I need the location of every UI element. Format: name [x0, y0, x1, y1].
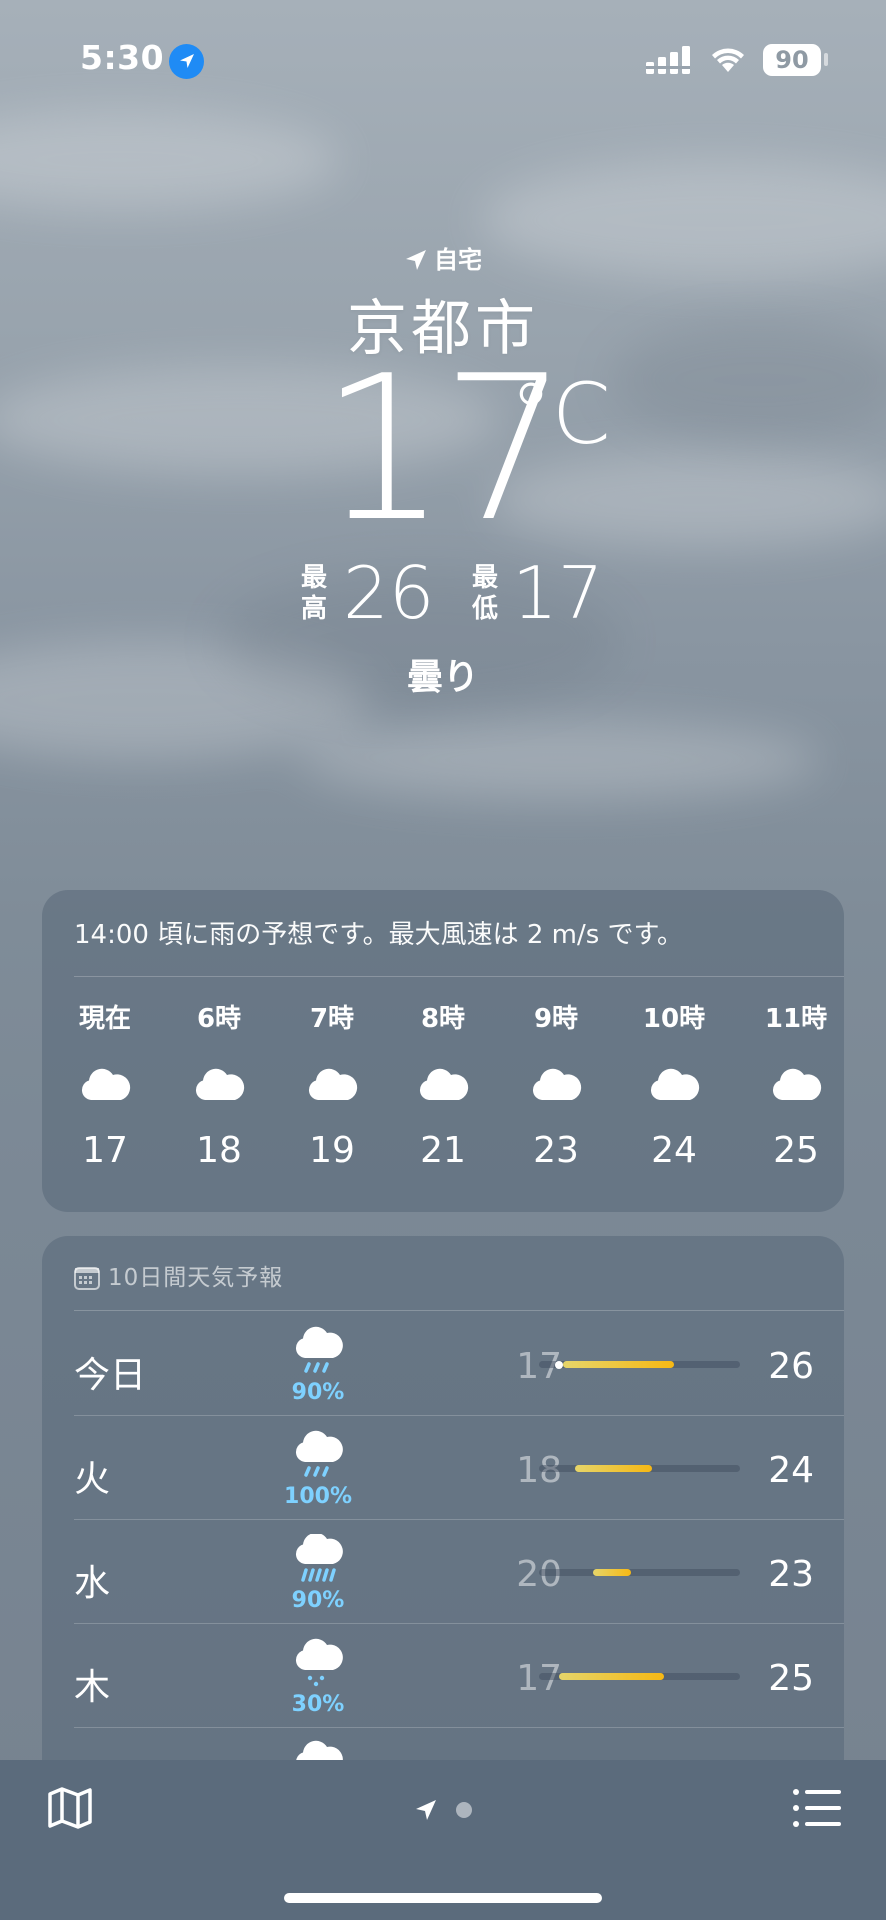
current-temperature: 17: [320, 333, 569, 566]
location-page-icon: [416, 1800, 436, 1820]
hour-label: 9時: [533, 1004, 579, 1034]
calendar-icon: [74, 1267, 100, 1290]
hour-item[interactable]: 11時 25: [751, 1002, 841, 1171]
bottom-toolbar: [0, 1760, 886, 1920]
battery-tip: [824, 53, 828, 66]
day-name: 水: [74, 1563, 111, 1604]
location-label: 自宅: [0, 240, 886, 275]
map-button[interactable]: [46, 1784, 94, 1832]
temp-range-fill: [593, 1569, 632, 1576]
low-label: 最低: [471, 563, 498, 624]
city-list-button[interactable]: [792, 1786, 842, 1830]
hour-label: 現在: [78, 1004, 131, 1034]
cloud-icon: [511, 1066, 601, 1106]
map-icon: [48, 1787, 92, 1829]
low-temperature: 17: [512, 551, 604, 635]
page-dot: [456, 1802, 472, 1818]
hour-item[interactable]: 9時 23: [511, 1002, 601, 1171]
temperature-unit: °C: [510, 365, 611, 463]
page-indicator[interactable]: [414, 1798, 472, 1822]
day-row[interactable]: 水 90% 20 23: [42, 1520, 844, 1624]
home-indicator: [284, 1893, 602, 1903]
cloud-icon: [287, 1066, 377, 1106]
temp-range-bar: [539, 1360, 740, 1369]
ten-day-title: 10日間天気予報: [108, 1265, 284, 1291]
day-name: 今日: [74, 1355, 147, 1396]
day-row[interactable]: 火 100% 18 24: [42, 1416, 844, 1520]
hour-temperature: 24: [651, 1130, 697, 1171]
hour-item[interactable]: 7時 19: [287, 1002, 377, 1171]
ten-day-forecast-card[interactable]: 10日間天気予報 今日 90% 17 26 火 100% 18 24 水 90%…: [42, 1236, 844, 1796]
high-low: 最高 26 最低 17: [0, 555, 886, 635]
location-arrow-icon: [406, 250, 426, 270]
hour-item[interactable]: 現在 17: [60, 1002, 150, 1171]
location-tag: 自宅: [434, 246, 482, 274]
hour-label: 6時: [196, 1004, 242, 1034]
hour-temperature: 21: [420, 1130, 466, 1171]
day-name: 火: [74, 1459, 111, 1500]
hourly-summary: 14:00 頃に雨の予想です。最大風速は 2 m/s です。: [74, 920, 683, 950]
hour-item[interactable]: 10時 24: [629, 1002, 719, 1171]
hour-temperature: 18: [196, 1130, 242, 1171]
precip-chance: 90%: [291, 1380, 345, 1405]
location-active-icon: [169, 44, 204, 79]
cloud-rain-icon: [288, 1326, 348, 1382]
hour-temperature: 23: [533, 1130, 579, 1171]
hour-item[interactable]: 8時 21: [398, 1002, 488, 1171]
current-temp-dot: [555, 1360, 564, 1369]
cloud-rain-icon: [288, 1430, 348, 1486]
precip-chance: 30%: [291, 1692, 345, 1717]
day-high: 26: [768, 1346, 814, 1387]
temp-range-bar: [539, 1569, 740, 1576]
hour-label: 8時: [420, 1004, 466, 1034]
precip-chance: 100%: [284, 1484, 352, 1509]
list-icon: [793, 1789, 841, 1827]
hour-temperature: 19: [309, 1130, 355, 1171]
temp-range-bar: [539, 1673, 740, 1680]
hour-item[interactable]: 6時 18: [174, 1002, 264, 1171]
card-divider: [74, 976, 844, 977]
high-temperature: 26: [343, 551, 435, 635]
cloud-icon: [60, 1066, 150, 1106]
hour-temperature: 25: [773, 1130, 819, 1171]
card-divider: [74, 1310, 844, 1311]
cellular-signal-icon: [646, 46, 690, 74]
cloud-icon: [751, 1066, 841, 1106]
day-high: 23: [768, 1554, 814, 1595]
hour-label: 7時: [309, 1004, 355, 1034]
temp-range-fill: [575, 1465, 652, 1472]
precip-chance: 90%: [291, 1588, 345, 1613]
high-label: 最高: [300, 563, 327, 624]
temp-range-fill: [559, 1673, 664, 1680]
hourly-forecast-card[interactable]: 14:00 頃に雨の予想です。最大風速は 2 m/s です。 現在 17 6時 …: [42, 890, 844, 1212]
wifi-icon: [712, 48, 744, 72]
ten-day-header: 10日間天気予報: [74, 1258, 283, 1292]
hour-label: 11時: [764, 1004, 828, 1034]
cloud-icon: [398, 1066, 488, 1106]
cloud-drizzle-icon: [288, 1638, 348, 1694]
cloud-heavy-rain-icon: [288, 1532, 348, 1590]
cloud-icon: [629, 1066, 719, 1106]
day-name: 木: [74, 1667, 111, 1708]
condition-text: 曇り: [406, 657, 479, 698]
temp-range-bar: [539, 1465, 740, 1472]
battery-indicator: 90: [763, 44, 821, 76]
day-row[interactable]: 今日 90% 17 26: [42, 1312, 844, 1416]
status-time: 5:30: [80, 38, 165, 77]
day-row[interactable]: 木 30% 17 25: [42, 1624, 844, 1728]
cloud-icon: [174, 1066, 264, 1106]
status-bar: 5:30 90: [0, 0, 886, 120]
day-high: 24: [768, 1450, 814, 1491]
hour-temperature: 17: [82, 1130, 128, 1171]
hour-label: 10時: [642, 1004, 706, 1034]
day-high: 25: [768, 1658, 814, 1699]
temp-range-fill: [563, 1361, 674, 1368]
